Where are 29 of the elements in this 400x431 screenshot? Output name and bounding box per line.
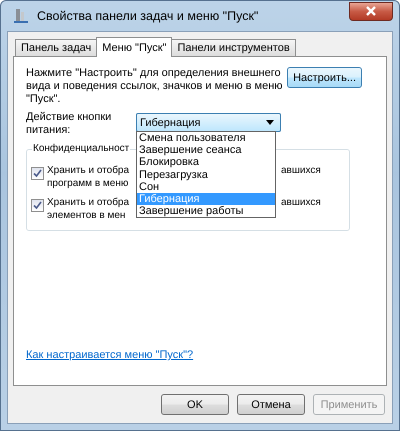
dialog-button[interactable]: Отмена: [237, 394, 305, 415]
check-icon: [33, 201, 42, 210]
checkbox-label: Хранить и отобра элементов в мен: [47, 196, 130, 222]
dropdown-option[interactable]: Блокировка: [137, 156, 275, 169]
dialog-button[interactable]: OK: [161, 394, 229, 415]
help-link[interactable]: Как настраивается меню "Пуск"?: [26, 349, 376, 361]
dropdown-option[interactable]: Завершение работы: [137, 205, 275, 218]
close-button[interactable]: [349, 2, 393, 20]
dropdown-option[interactable]: Смена пользователя: [137, 132, 275, 144]
close-icon: [365, 6, 377, 16]
tab[interactable]: Панель задач: [15, 39, 98, 56]
tab[interactable]: Панели инструментов: [171, 39, 296, 56]
dropdown-option[interactable]: Перезагрузка: [137, 168, 275, 181]
checkbox-label: Хранить и отобра программ в меню: [47, 164, 130, 190]
checkbox-label: авшихся: [281, 164, 321, 177]
power-action-label: Действие кнопки питания:: [26, 111, 112, 137]
group-title: Конфиденциальност: [32, 143, 130, 154]
checkbox[interactable]: [31, 199, 44, 212]
dropdown-option[interactable]: Сон: [137, 180, 275, 193]
tab[interactable]: Меню "Пуск": [96, 37, 172, 57]
checkbox-label: авшихся: [281, 196, 321, 209]
description-text: Нажмите "Настроить" для определения внешнего вида и поведения ссылок, значков и меню в меню "Пуск".: [26, 67, 284, 106]
checkbox[interactable]: [31, 167, 44, 180]
customize-button[interactable]: Настроить...: [287, 67, 362, 88]
window-title: Свойства панели задач и меню "Пуск": [37, 9, 260, 23]
dropdown-option[interactable]: Завершение сеанса: [137, 144, 275, 156]
power-action-dropdown[interactable]: Гибернация: [136, 113, 281, 132]
caret-icon: [266, 120, 274, 125]
check-icon: [33, 169, 42, 178]
